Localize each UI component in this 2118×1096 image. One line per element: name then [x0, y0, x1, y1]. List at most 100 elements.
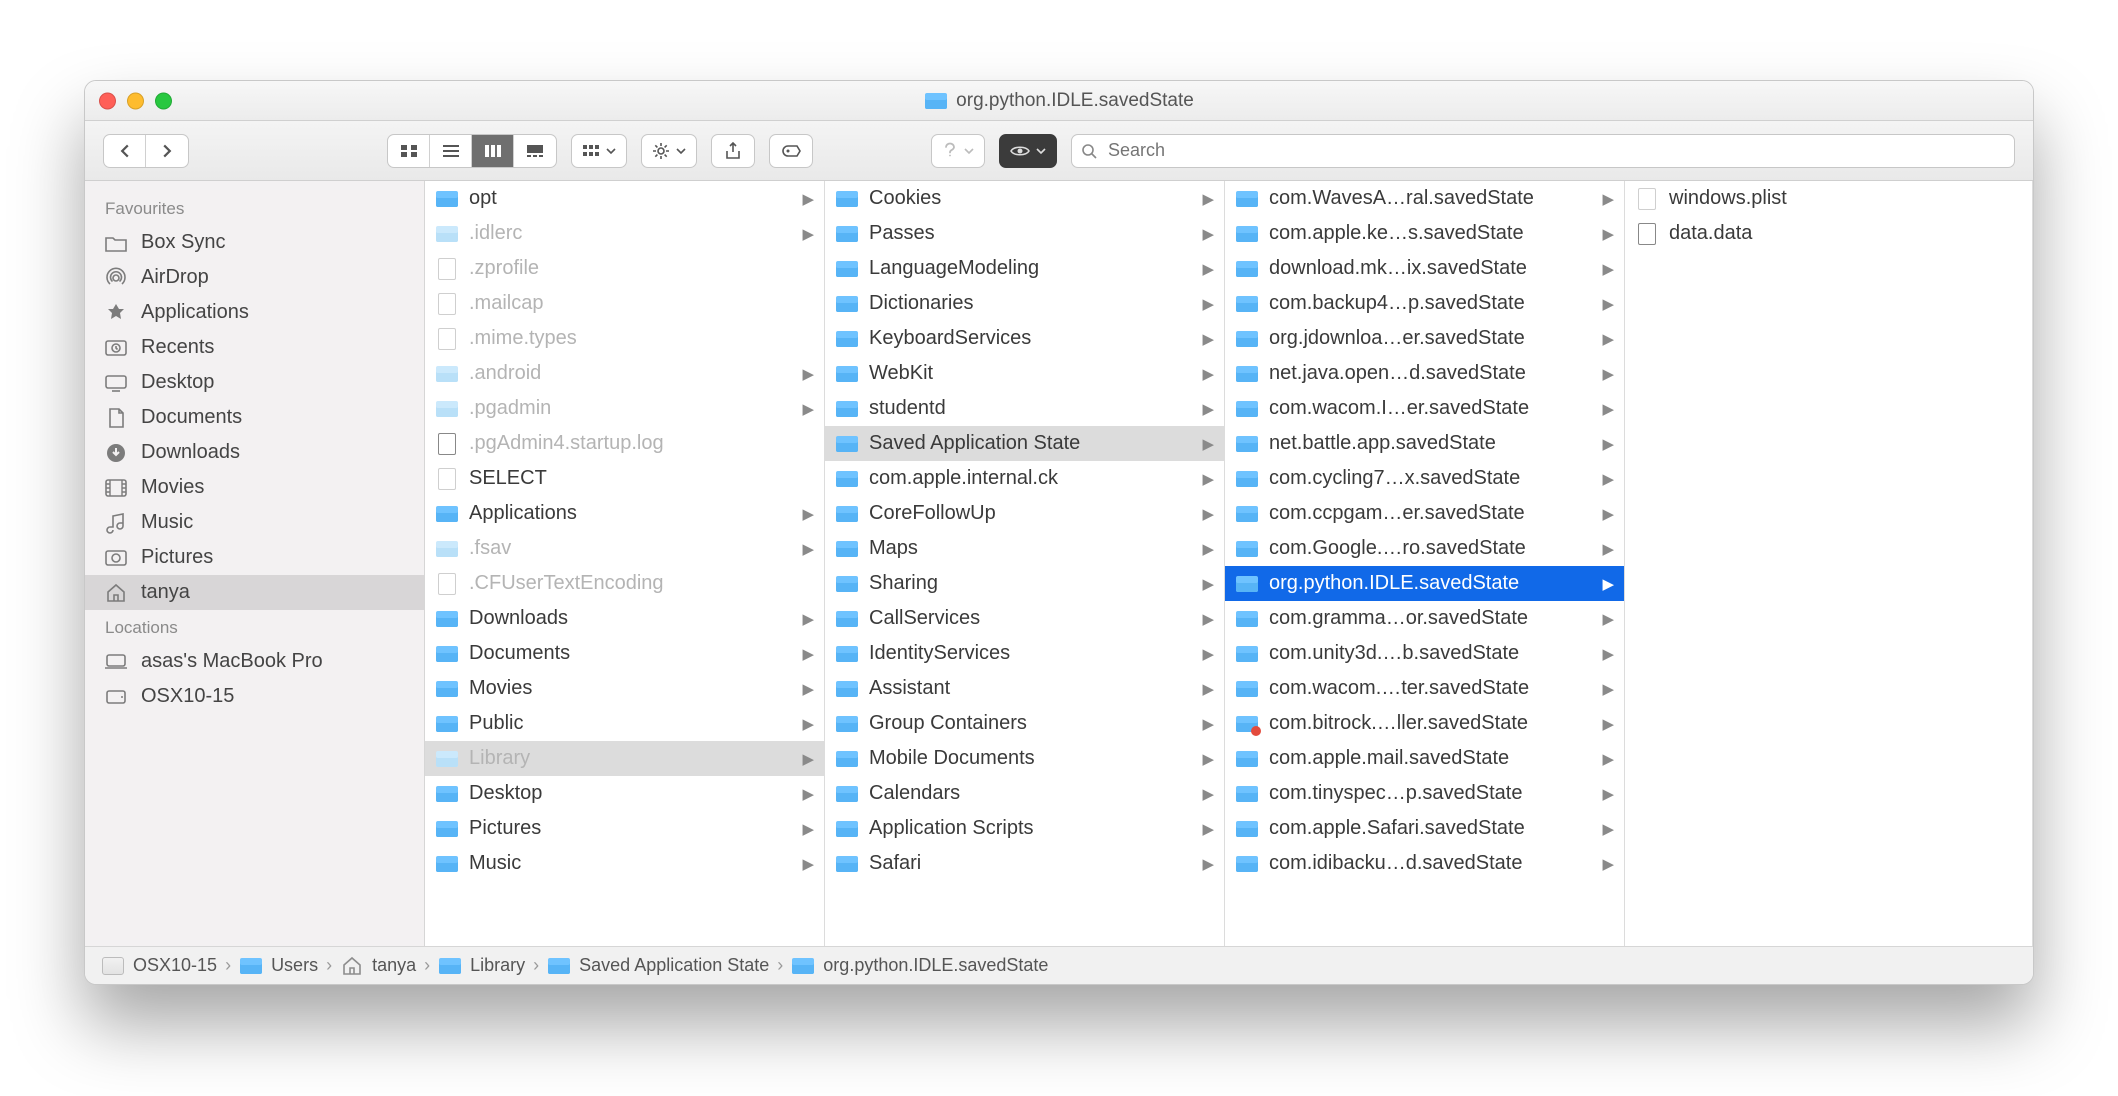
list-item[interactable]: .CFUserTextEncoding — [425, 566, 824, 601]
close-window-button[interactable] — [99, 92, 116, 109]
list-item[interactable]: com.apple.Safari.savedState▶ — [1225, 811, 1624, 846]
list-item[interactable]: SELECT — [425, 461, 824, 496]
sidebar-item[interactable]: Box Sync — [85, 225, 424, 260]
list-item[interactable]: CallServices▶ — [825, 601, 1224, 636]
sidebar-item[interactable]: Documents — [85, 400, 424, 435]
path-segment[interactable]: tanya — [340, 955, 416, 976]
list-item[interactable]: Music▶ — [425, 846, 824, 881]
list-item[interactable]: .mime.types — [425, 321, 824, 356]
list-item[interactable]: Saved Application State▶ — [825, 426, 1224, 461]
sidebar-item[interactable]: OSX10-15 — [85, 679, 424, 714]
sidebar-item[interactable]: asas's MacBook Pro — [85, 644, 424, 679]
path-segment[interactable]: Users — [239, 955, 318, 976]
list-item[interactable]: studentd▶ — [825, 391, 1224, 426]
help-menu-button[interactable] — [931, 134, 985, 168]
tags-button[interactable] — [769, 134, 813, 168]
search-input[interactable] — [1071, 134, 2015, 168]
column-2[interactable]: com.WavesA…ral.savedState▶com.apple.ke…s… — [1225, 181, 1625, 946]
sidebar-item[interactable]: AirDrop — [85, 260, 424, 295]
list-item[interactable]: com.ccpgam…er.savedState▶ — [1225, 496, 1624, 531]
path-segment[interactable]: OSX10-15 — [101, 955, 217, 976]
view-columns-button[interactable] — [472, 135, 514, 167]
list-item[interactable]: com.bitrock.…ller.savedState▶ — [1225, 706, 1624, 741]
list-item[interactable]: com.cycling7…x.savedState▶ — [1225, 461, 1624, 496]
list-item[interactable]: Desktop▶ — [425, 776, 824, 811]
list-item[interactable]: IdentityServices▶ — [825, 636, 1224, 671]
back-button[interactable] — [104, 135, 146, 167]
sidebar-item[interactable]: Downloads — [85, 435, 424, 470]
list-item[interactable]: .pgAdmin4.startup.log — [425, 426, 824, 461]
list-item[interactable]: .mailcap — [425, 286, 824, 321]
list-item[interactable]: Maps▶ — [825, 531, 1224, 566]
list-item[interactable]: org.python.IDLE.savedState▶ — [1225, 566, 1624, 601]
sidebar-item[interactable]: Music — [85, 505, 424, 540]
list-item[interactable]: download.mk…ix.savedState▶ — [1225, 251, 1624, 286]
list-item[interactable]: com.apple.ke…s.savedState▶ — [1225, 216, 1624, 251]
path-segment[interactable]: org.python.IDLE.savedState — [791, 955, 1048, 976]
list-item[interactable]: LanguageModeling▶ — [825, 251, 1224, 286]
sidebar-item[interactable]: Pictures — [85, 540, 424, 575]
list-item[interactable]: com.wacom.I…er.savedState▶ — [1225, 391, 1624, 426]
list-item[interactable]: com.apple.internal.ck▶ — [825, 461, 1224, 496]
list-item[interactable]: .fsav▶ — [425, 531, 824, 566]
list-item[interactable]: Calendars▶ — [825, 776, 1224, 811]
list-item[interactable]: org.jdownloa…er.savedState▶ — [1225, 321, 1624, 356]
list-item[interactable]: com.wacom.…ter.savedState▶ — [1225, 671, 1624, 706]
action-menu-button[interactable] — [641, 134, 697, 168]
view-list-button[interactable] — [430, 135, 472, 167]
list-item[interactable]: .android▶ — [425, 356, 824, 391]
list-item[interactable]: Assistant▶ — [825, 671, 1224, 706]
list-item[interactable]: Group Containers▶ — [825, 706, 1224, 741]
view-gallery-button[interactable] — [514, 135, 556, 167]
sidebar-item[interactable]: Recents — [85, 330, 424, 365]
list-item[interactable]: com.tinyspec…p.savedState▶ — [1225, 776, 1624, 811]
view-icons-button[interactable] — [388, 135, 430, 167]
list-item[interactable]: Movies▶ — [425, 671, 824, 706]
privacy-view-button[interactable] — [999, 134, 1057, 168]
list-item[interactable]: Mobile Documents▶ — [825, 741, 1224, 776]
list-item[interactable]: net.battle.app.savedState▶ — [1225, 426, 1624, 461]
sidebar-item[interactable]: tanya — [85, 575, 424, 610]
list-item[interactable]: Passes▶ — [825, 216, 1224, 251]
list-item[interactable]: Applications▶ — [425, 496, 824, 531]
sidebar-item[interactable]: Movies — [85, 470, 424, 505]
list-item[interactable]: Safari▶ — [825, 846, 1224, 881]
search-field[interactable] — [1071, 134, 2015, 168]
column-1[interactable]: Cookies▶Passes▶LanguageModeling▶Dictiona… — [825, 181, 1225, 946]
list-item[interactable]: com.WavesA…ral.savedState▶ — [1225, 181, 1624, 216]
list-item[interactable]: data.data — [1625, 216, 2032, 251]
column-0[interactable]: opt▶.idlerc▶.zprofile.mailcap.mime.types… — [425, 181, 825, 946]
list-item[interactable]: Public▶ — [425, 706, 824, 741]
list-item[interactable]: KeyboardServices▶ — [825, 321, 1224, 356]
list-item[interactable]: Documents▶ — [425, 636, 824, 671]
list-item[interactable]: Dictionaries▶ — [825, 286, 1224, 321]
path-segment[interactable]: Saved Application State — [547, 955, 769, 976]
column-3[interactable]: windows.plistdata.data — [1625, 181, 2033, 946]
sidebar-item[interactable]: Applications — [85, 295, 424, 330]
list-item[interactable]: Application Scripts▶ — [825, 811, 1224, 846]
list-item[interactable]: com.gramma…or.savedState▶ — [1225, 601, 1624, 636]
list-item[interactable]: windows.plist — [1625, 181, 2032, 216]
list-item[interactable]: Library▶ — [425, 741, 824, 776]
list-item[interactable]: opt▶ — [425, 181, 824, 216]
minimize-window-button[interactable] — [127, 92, 144, 109]
list-item[interactable]: com.apple.mail.savedState▶ — [1225, 741, 1624, 776]
share-button[interactable] — [711, 134, 755, 168]
list-item[interactable]: .zprofile — [425, 251, 824, 286]
list-item[interactable]: Sharing▶ — [825, 566, 1224, 601]
list-item[interactable]: Pictures▶ — [425, 811, 824, 846]
list-item[interactable]: Downloads▶ — [425, 601, 824, 636]
list-item[interactable]: WebKit▶ — [825, 356, 1224, 391]
list-item[interactable]: com.unity3d.…b.savedState▶ — [1225, 636, 1624, 671]
list-item[interactable]: Cookies▶ — [825, 181, 1224, 216]
list-item[interactable]: .idlerc▶ — [425, 216, 824, 251]
path-segment[interactable]: Library — [438, 955, 525, 976]
list-item[interactable]: net.java.open…d.savedState▶ — [1225, 356, 1624, 391]
list-item[interactable]: com.Google.…ro.savedState▶ — [1225, 531, 1624, 566]
sidebar-item[interactable]: Desktop — [85, 365, 424, 400]
list-item[interactable]: CoreFollowUp▶ — [825, 496, 1224, 531]
list-item[interactable]: com.idibacku…d.savedState▶ — [1225, 846, 1624, 881]
zoom-window-button[interactable] — [155, 92, 172, 109]
list-item[interactable]: .pgadmin▶ — [425, 391, 824, 426]
group-by-button[interactable] — [571, 134, 627, 168]
